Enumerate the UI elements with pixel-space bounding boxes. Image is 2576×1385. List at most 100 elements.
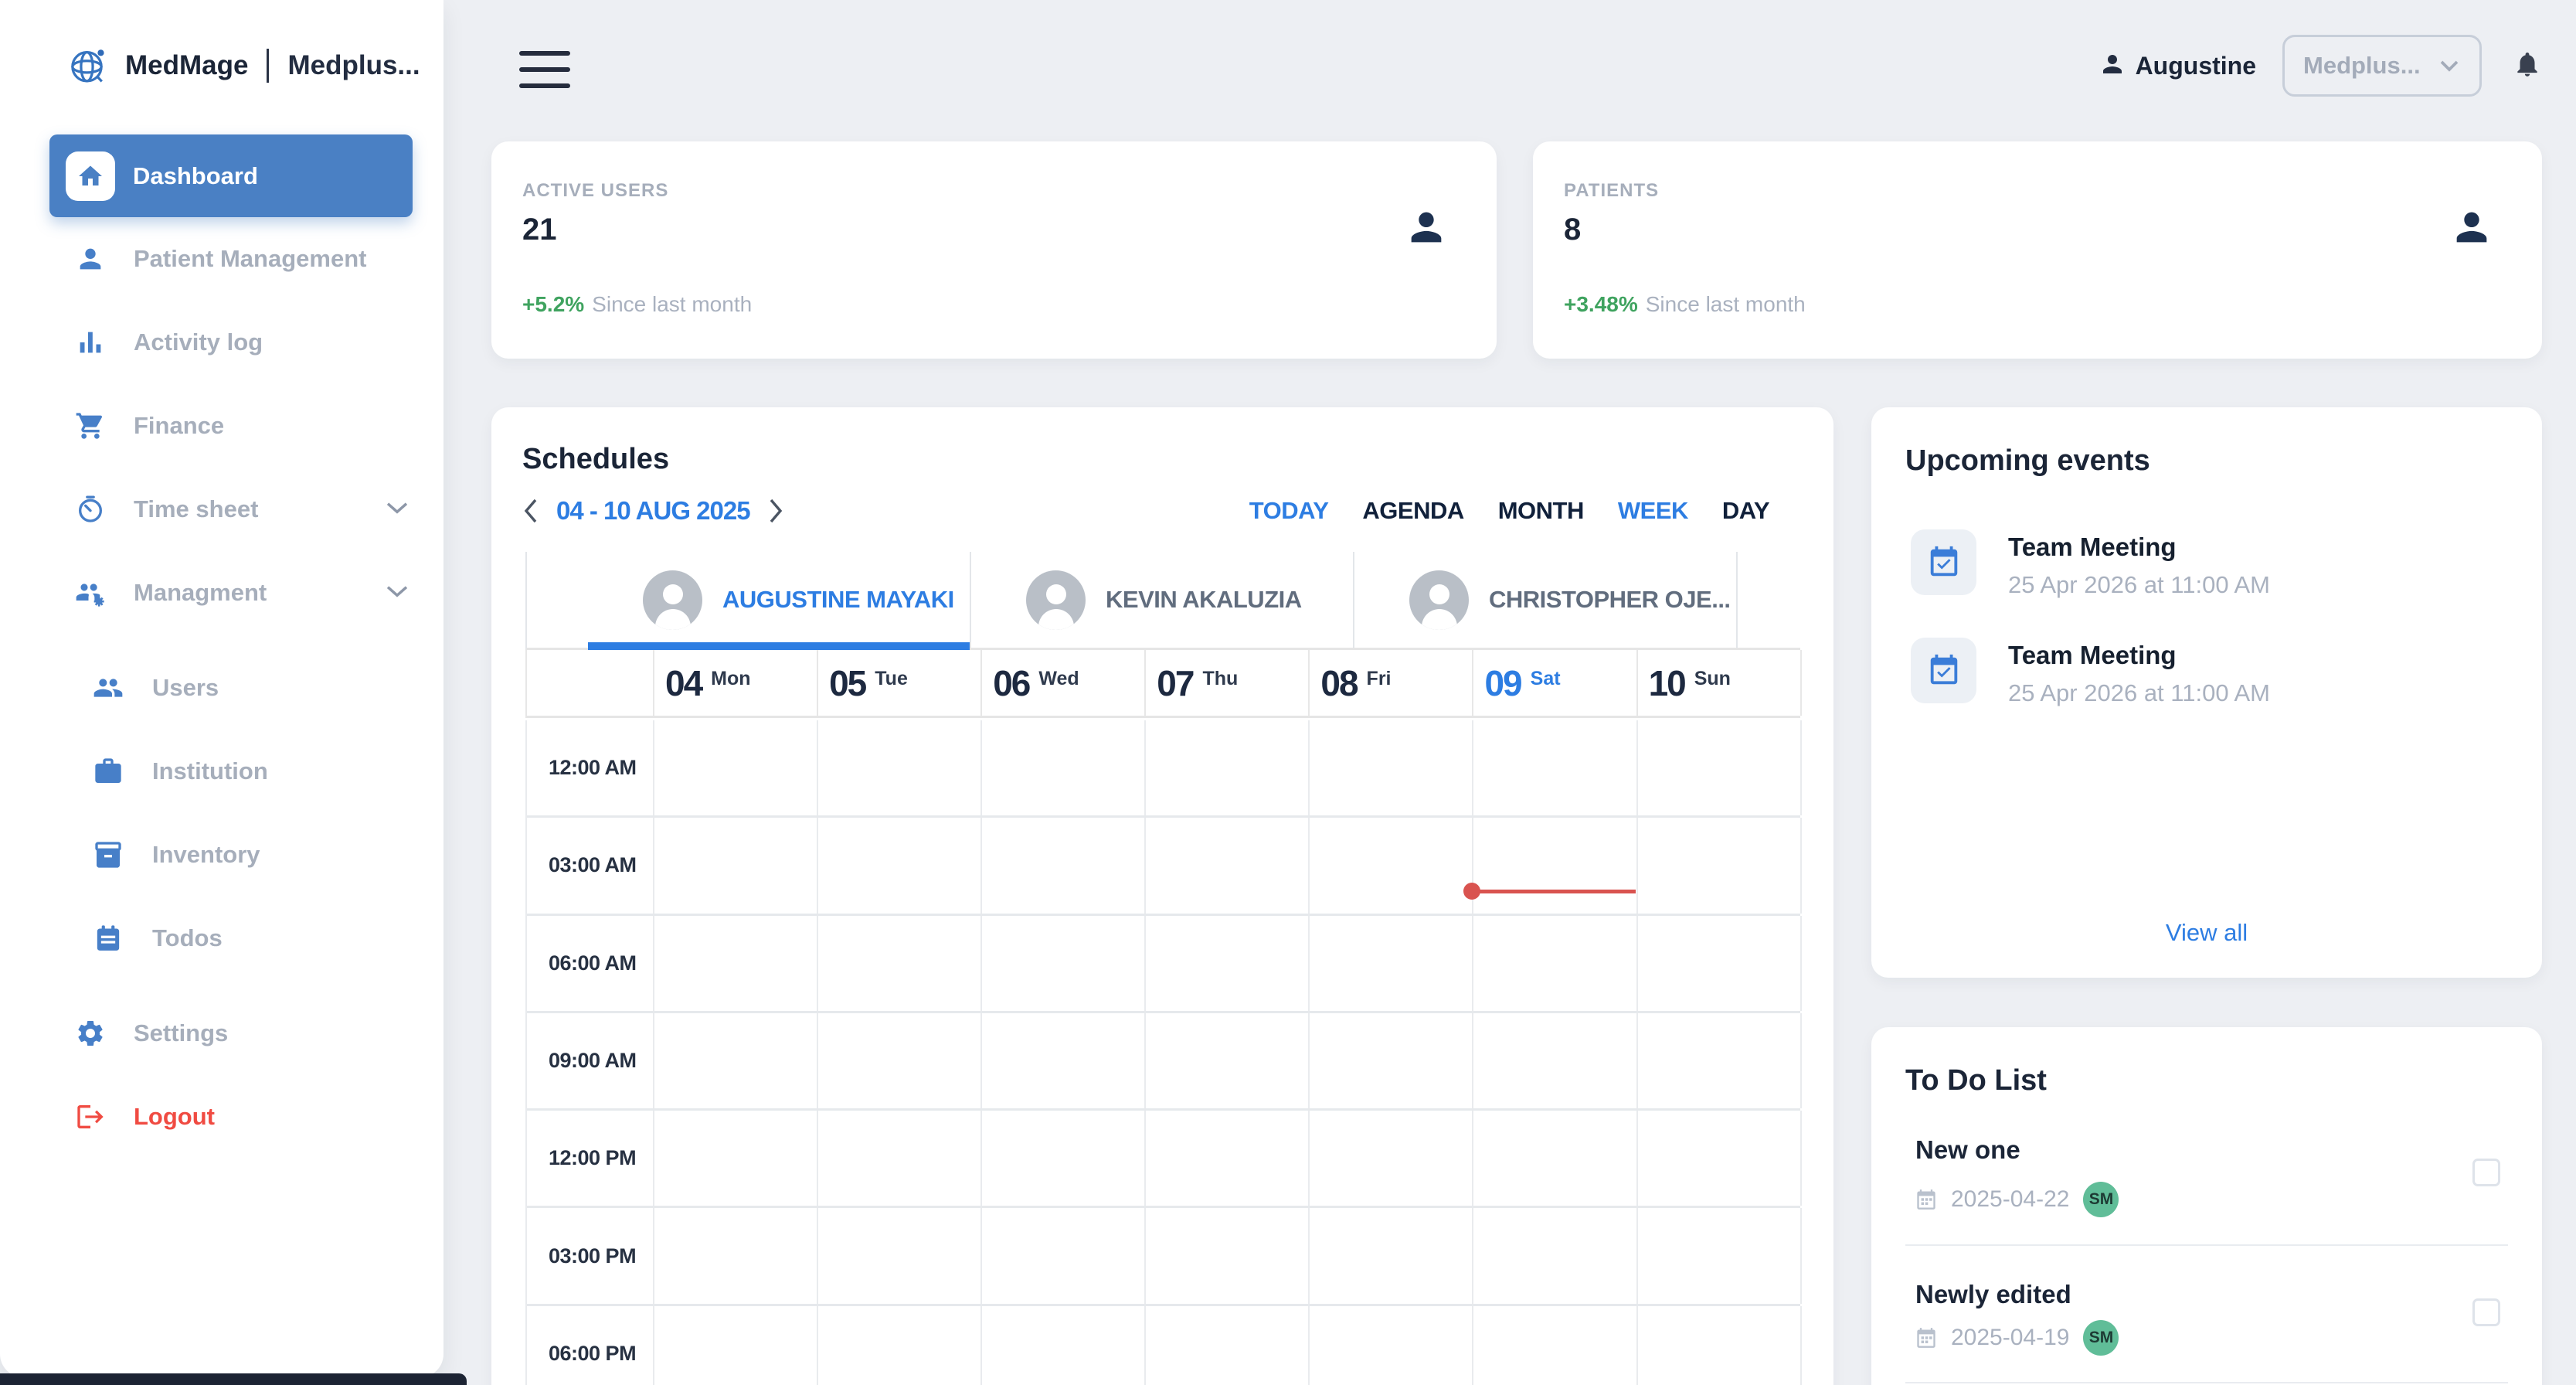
calendar-cell[interactable] (818, 1013, 982, 1108)
sidebar-item-settings[interactable]: Settings (0, 992, 443, 1075)
view-button-week[interactable]: WEEK (1618, 497, 1688, 525)
calendar-cell[interactable] (654, 1208, 818, 1303)
calendar-cell[interactable] (818, 720, 982, 815)
calendar-cell[interactable] (1638, 720, 1802, 815)
calendar-cell[interactable] (982, 720, 1146, 815)
calendar-cell[interactable] (982, 1208, 1146, 1303)
dashboard-screen: MedMage Medplus... Dashboard Patient Man… (0, 0, 2576, 1385)
calendar-cell[interactable] (818, 818, 982, 913)
calendar-cell[interactable] (1146, 1208, 1310, 1303)
menu-toggle-button[interactable] (519, 51, 573, 88)
calendar-cell[interactable] (654, 1013, 818, 1108)
sidebar-item-activity-log[interactable]: Activity log (0, 301, 443, 384)
calendar-cell[interactable] (1310, 1013, 1473, 1108)
calendar-cell[interactable] (1146, 1013, 1310, 1108)
calendar-cell[interactable] (818, 1306, 982, 1385)
person-tab-christopher[interactable]: CHRISTOPHER OJE... (1354, 552, 1738, 648)
calendar-icon (1915, 1189, 1937, 1210)
calendar-cell[interactable] (1146, 818, 1310, 913)
todo-checkbox[interactable] (2472, 1159, 2500, 1186)
calendar-cell[interactable] (1310, 1208, 1473, 1303)
event-list-item[interactable]: Team Meeting 25 Apr 2026 at 11:00 AM (1911, 638, 2270, 707)
next-week-button[interactable] (767, 498, 784, 524)
sidebar-item-dashboard[interactable]: Dashboard (49, 134, 413, 217)
calendar-cell[interactable] (1473, 1111, 1637, 1206)
calendar-cell[interactable] (1310, 818, 1473, 913)
calendar-cell[interactable] (1473, 916, 1637, 1011)
calendar-cell[interactable] (818, 1111, 982, 1206)
calendar-cell[interactable] (982, 916, 1146, 1011)
calendar-cell[interactable] (1146, 720, 1310, 815)
clipboard-icon (93, 923, 124, 954)
calendar-cell[interactable] (818, 916, 982, 1011)
home-icon (66, 151, 115, 201)
event-list-item[interactable]: Team Meeting 25 Apr 2026 at 11:00 AM (1911, 529, 2270, 599)
sidebar-item-users[interactable]: Users (0, 646, 443, 730)
calendar-cell[interactable] (654, 720, 818, 815)
notification-bell-icon[interactable] (2513, 49, 2542, 83)
sidebar-item-inventory[interactable]: Inventory (0, 813, 443, 897)
view-all-link[interactable]: View all (1871, 919, 2542, 947)
calendar-cell[interactable] (654, 916, 818, 1011)
sidebar-item-management[interactable]: Managment (0, 551, 443, 635)
person-tab-augustine[interactable]: AUGUSTINE MAYAKI (588, 552, 971, 648)
calendar-cell[interactable] (1638, 916, 1802, 1011)
view-button-month[interactable]: MONTH (1498, 497, 1584, 525)
event-title: Team Meeting (2008, 641, 2270, 670)
calendar-cell[interactable] (654, 1111, 818, 1206)
calendar-cell[interactable] (1473, 1208, 1637, 1303)
day-header-sat-today: 09Sat (1473, 650, 1637, 716)
calendar-cell[interactable] (1638, 1111, 1802, 1206)
calendar-cell[interactable] (1638, 1013, 1802, 1108)
day-header-wed: 06Wed (982, 650, 1146, 716)
calendar-cell[interactable] (1473, 1306, 1637, 1385)
view-button-today[interactable]: TODAY (1249, 497, 1329, 525)
calendar-cell[interactable] (1638, 1306, 1802, 1385)
stat-value: 8 (1564, 213, 1581, 247)
calendar-cell[interactable] (1310, 1306, 1473, 1385)
calendar-cell[interactable] (818, 1208, 982, 1303)
calendar-cell[interactable] (1146, 916, 1310, 1011)
event-title: Team Meeting (2008, 533, 2270, 562)
sidebar-item-label: Managment (134, 579, 267, 607)
time-label: 09:00 AM (527, 1013, 654, 1108)
current-time-indicator (1471, 890, 1636, 893)
person-icon (2449, 205, 2494, 254)
calendar-cell[interactable] (1638, 1208, 1802, 1303)
calendar-cell[interactable] (654, 818, 818, 913)
calendar-cell[interactable] (1310, 1111, 1473, 1206)
sidebar-item-patient-management[interactable]: Patient Management (0, 217, 443, 301)
box-icon (93, 839, 124, 870)
sidebar-item-label: Settings (134, 1019, 228, 1047)
todo-list-item: Newly edited 2025-04-19 SM (1905, 1246, 2508, 1383)
calendar-grid: 12:00 AM 03:00 AM 06:00 AM 09:00 AM 12:0… (525, 720, 1800, 1385)
calendar-cell[interactable] (1146, 1111, 1310, 1206)
person-tab-kevin[interactable]: KEVIN AKALUZIA (971, 552, 1354, 648)
view-button-agenda[interactable]: AGENDA (1362, 497, 1463, 525)
calendar-cell[interactable] (1473, 1013, 1637, 1108)
calendar-cell[interactable] (1310, 916, 1473, 1011)
org-select-dropdown[interactable]: Medplus... (2282, 35, 2482, 97)
calendar-cell[interactable] (654, 1306, 818, 1385)
calendar-cell[interactable] (1473, 720, 1637, 815)
calendar-cell[interactable] (982, 1306, 1146, 1385)
sidebar-item-finance[interactable]: Finance (0, 384, 443, 468)
calendar-cell[interactable] (1310, 720, 1473, 815)
sidebar-item-todos[interactable]: Todos (0, 897, 443, 980)
calendar-cell[interactable] (982, 818, 1146, 913)
calendar-cell[interactable] (982, 1013, 1146, 1108)
sidebar-item-label: Dashboard (133, 162, 258, 190)
calendar-cell[interactable] (1473, 818, 1637, 913)
sidebar-item-institution[interactable]: Institution (0, 730, 443, 813)
sidebar-item-logout[interactable]: Logout (0, 1075, 443, 1159)
time-label: 12:00 AM (527, 720, 654, 815)
sidebar-item-time-sheet[interactable]: Time sheet (0, 468, 443, 551)
view-button-day[interactable]: DAY (1722, 497, 1769, 525)
prev-week-button[interactable] (522, 498, 539, 524)
calendar-cell[interactable] (1638, 818, 1802, 913)
chevron-down-icon (2438, 59, 2461, 73)
day-header-thu: 07Thu (1146, 650, 1310, 716)
calendar-cell[interactable] (982, 1111, 1146, 1206)
calendar-cell[interactable] (1146, 1306, 1310, 1385)
todo-checkbox[interactable] (2472, 1298, 2500, 1326)
